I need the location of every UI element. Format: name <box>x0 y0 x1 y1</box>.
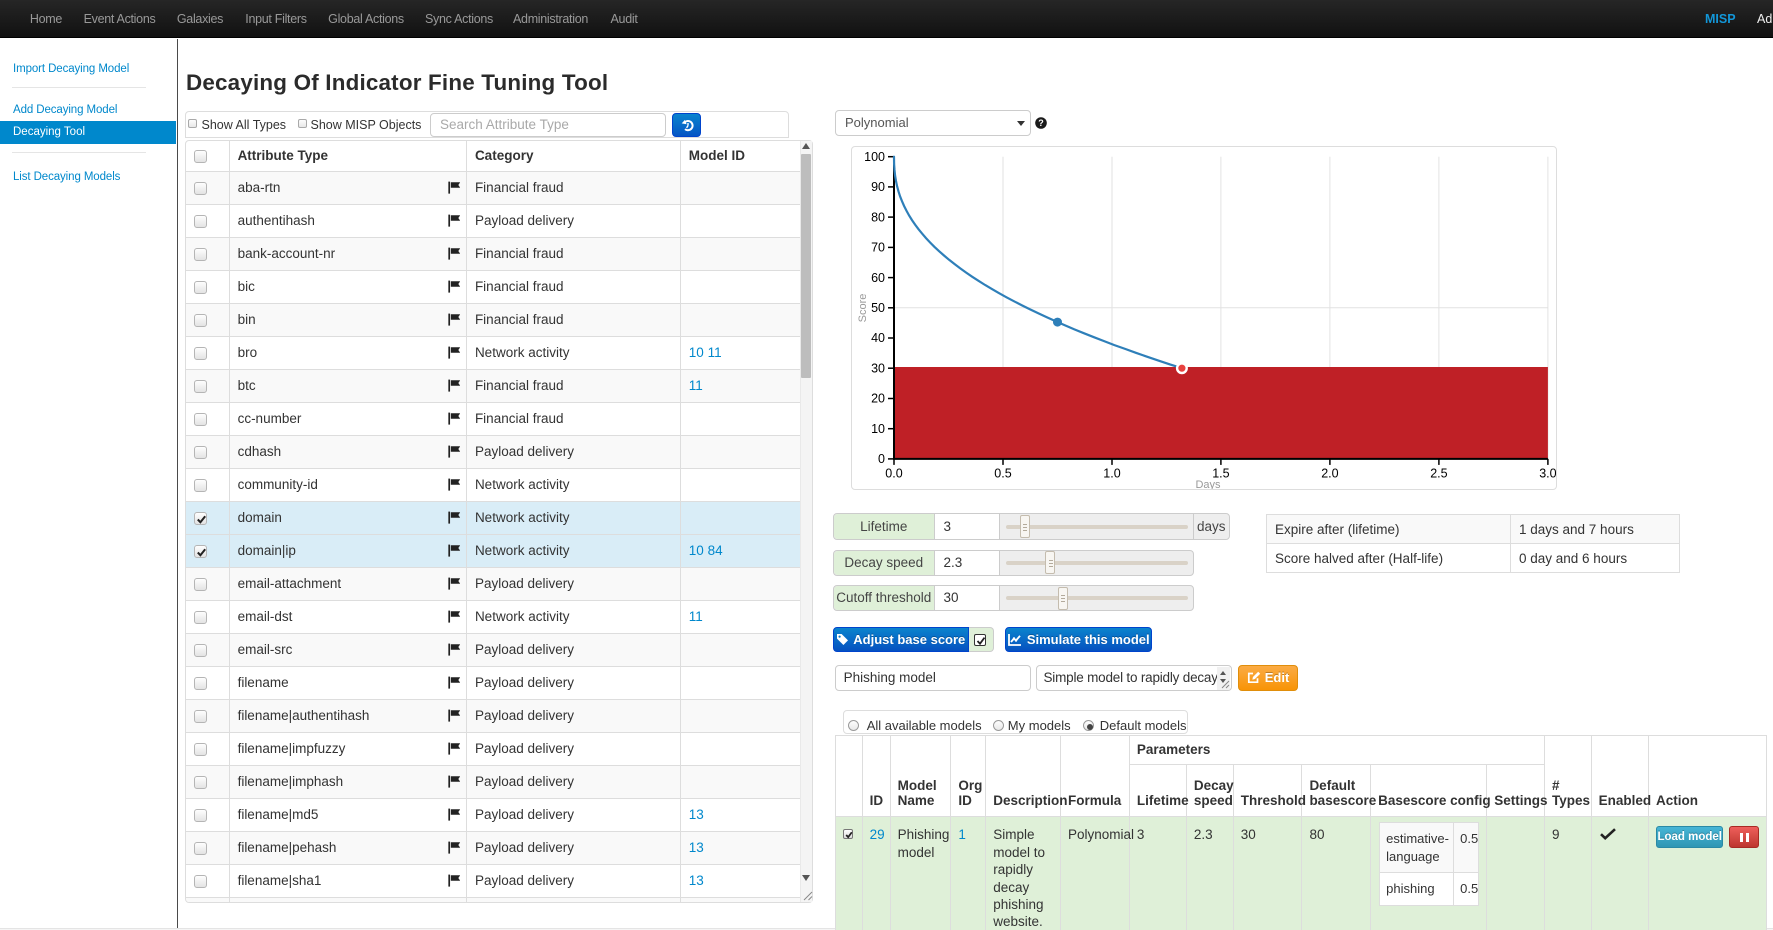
svg-text:100: 100 <box>864 150 885 164</box>
svg-text:2.5: 2.5 <box>1430 466 1447 480</box>
svg-text:80: 80 <box>871 210 885 224</box>
svg-text:70: 70 <box>871 240 885 254</box>
svg-text:50: 50 <box>871 301 885 315</box>
svg-text:20: 20 <box>871 391 885 405</box>
svg-text:30: 30 <box>871 361 885 375</box>
svg-text:1.0: 1.0 <box>1103 466 1120 480</box>
svg-text:3.0: 3.0 <box>1539 466 1556 480</box>
svg-text:Score: Score <box>857 293 869 322</box>
svg-text:0.0: 0.0 <box>885 466 902 480</box>
svg-text:10: 10 <box>871 422 885 436</box>
svg-text:90: 90 <box>871 180 885 194</box>
svg-text:0: 0 <box>878 452 885 466</box>
svg-text:0.5: 0.5 <box>994 466 1011 480</box>
svg-text:60: 60 <box>871 270 885 284</box>
svg-text:Days: Days <box>1195 479 1221 489</box>
svg-text:40: 40 <box>871 331 885 345</box>
svg-text:?: ? <box>1038 118 1044 128</box>
svg-text:2.0: 2.0 <box>1321 466 1338 480</box>
